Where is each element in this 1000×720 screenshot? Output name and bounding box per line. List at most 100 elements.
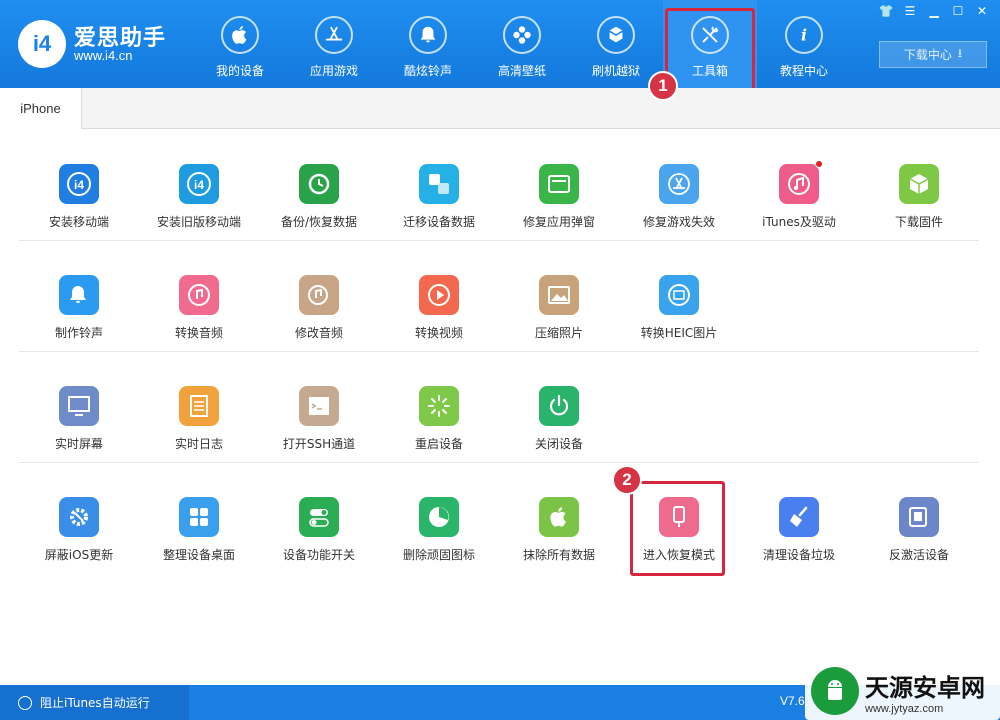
- tool-deactivate-device[interactable]: 反激活设备: [859, 463, 979, 573]
- document-icon: [179, 386, 219, 426]
- tool-edit-audio[interactable]: 修改音频: [259, 241, 379, 351]
- tool-label: 重启设备: [414, 437, 463, 451]
- nav-toolbox[interactable]: 工具箱: [663, 0, 757, 92]
- broom-icon: [779, 497, 819, 537]
- download-icon: ⭳: [957, 46, 963, 60]
- tool-realtime-screen[interactable]: 实时屏幕: [19, 352, 139, 462]
- download-center-label: 下载中心: [903, 48, 952, 62]
- tool-label: 安装旧版移动端: [156, 215, 241, 229]
- tool-label: 抹除所有数据: [522, 548, 595, 562]
- svg-text:i: i: [801, 26, 807, 45]
- appstore-icon: [315, 16, 353, 54]
- appstore-icon: [659, 164, 699, 204]
- terminal-icon: [299, 386, 339, 426]
- tool-compress-photo[interactable]: 压缩照片: [499, 241, 619, 351]
- nav-label: 教程中心: [779, 64, 828, 78]
- nav-label: 刷机越狱: [591, 64, 640, 78]
- nav-label: 酷炫铃声: [403, 64, 452, 78]
- tool-label: 关闭设备: [534, 437, 583, 451]
- tool-download-firmware[interactable]: 下载固件: [859, 130, 979, 240]
- tool-make-ringtone[interactable]: 制作铃声: [19, 241, 139, 351]
- tool-install-old-mobile[interactable]: i4 安装旧版移动端: [139, 130, 259, 240]
- tool-convert-audio[interactable]: 转换音频: [139, 241, 259, 351]
- monitor-icon: [59, 386, 99, 426]
- i4-icon: i4: [179, 164, 219, 204]
- radio-icon[interactable]: [18, 695, 32, 710]
- tool-fix-app-popup[interactable]: 修复应用弹窗: [499, 130, 619, 240]
- photo-icon: [539, 275, 579, 315]
- tool-backup-restore[interactable]: 备份/恢复数据: [259, 130, 379, 240]
- tool-fix-game[interactable]: 修复游戏失效: [619, 130, 739, 240]
- tool-label: 下载固件: [894, 215, 943, 229]
- download-center-button[interactable]: 下载中心 ⭳: [879, 41, 987, 68]
- close-icon[interactable]: ✕: [972, 3, 992, 19]
- header-bar: i4 爱思助手 www.i4.cn 我的设备 应用游戏 酷炫铃声 高清壁纸 刷机…: [0, 0, 1000, 92]
- nav-label: 高清壁纸: [497, 64, 546, 78]
- nav-label: 应用游戏: [309, 64, 358, 78]
- step-1-badge: 1: [648, 71, 678, 101]
- maximize-icon[interactable]: ☐: [948, 3, 968, 19]
- tool-erase-all-data[interactable]: 抹除所有数据: [499, 463, 619, 573]
- tool-install-mobile[interactable]: i4 安装移动端: [19, 130, 139, 240]
- tool-label: 实时屏幕: [54, 437, 103, 451]
- watermark-text: 天源安卓网 www.jytyaz.com: [865, 668, 985, 715]
- notification-dot: [815, 160, 823, 168]
- tool-label: 修改音频: [294, 326, 343, 340]
- tool-clean-junk[interactable]: 清理设备垃圾: [739, 463, 859, 573]
- version-label: V7.6: [780, 694, 805, 708]
- tool-delete-stubborn-icon[interactable]: 删除顽固图标: [379, 463, 499, 573]
- nav-my-device[interactable]: 我的设备: [193, 0, 287, 88]
- tool-shutdown-device[interactable]: 关闭设备: [499, 352, 619, 462]
- minimize-icon[interactable]: ▁: [924, 3, 944, 19]
- tool-label: 修复游戏失效: [642, 215, 715, 229]
- nav-tutorials[interactable]: i 教程中心: [757, 0, 851, 88]
- tools-icon: [691, 16, 729, 54]
- tool-row: 屏蔽iOS更新 整理设备桌面 设备功能开关 删除顽固图标 抹除所有数据 进入恢复…: [19, 463, 979, 574]
- recovery-mode-highlight: [630, 481, 725, 576]
- appleid-icon: [539, 164, 579, 204]
- tool-label: 制作铃声: [54, 326, 103, 340]
- tab-iphone[interactable]: iPhone: [0, 88, 82, 129]
- tool-realtime-log[interactable]: 实时日志: [139, 352, 259, 462]
- nav-label: 工具箱: [691, 64, 728, 78]
- tool-block-ios-update[interactable]: 屏蔽iOS更新: [19, 463, 139, 573]
- tool-migrate-data[interactable]: 迁移设备数据: [379, 130, 499, 240]
- step-2-badge: 2: [612, 465, 642, 495]
- cube-icon: [899, 164, 939, 204]
- tool-convert-video[interactable]: 转换视频: [379, 241, 499, 351]
- tool-label: 迁移设备数据: [402, 215, 475, 229]
- info-icon: i: [785, 16, 823, 54]
- nav-flash-jailbreak[interactable]: 刷机越狱: [569, 0, 663, 88]
- site-watermark: 天源安卓网 www.jytyaz.com: [805, 662, 1000, 720]
- tool-label: iTunes及驱动: [762, 215, 836, 229]
- migrate-icon: [419, 164, 459, 204]
- tool-open-ssh[interactable]: 打开SSH通道: [259, 352, 379, 462]
- heic-icon: [659, 275, 699, 315]
- menu-icon[interactable]: ☰: [900, 3, 920, 19]
- i4-logo-icon: i4: [18, 20, 66, 68]
- tool-label: 实时日志: [174, 437, 223, 451]
- tool-organize-desktop[interactable]: 整理设备桌面: [139, 463, 259, 573]
- tool-label: 设备功能开关: [282, 548, 355, 562]
- watermark-url: www.jytyaz.com: [865, 702, 944, 715]
- bell-plus-icon: [59, 275, 99, 315]
- nav-apps-games[interactable]: 应用游戏: [287, 0, 381, 88]
- tool-row: 实时屏幕 实时日志 打开SSH通道 重启设备 关闭设备: [19, 352, 979, 463]
- apple-icon: [221, 16, 259, 54]
- block-itunes-toggle[interactable]: 阻止iTunes自动运行: [0, 685, 189, 720]
- svg-text:i4: i4: [194, 178, 204, 192]
- tool-feature-switch[interactable]: 设备功能开关: [259, 463, 379, 573]
- block-itunes-label: 阻止iTunes自动运行: [40, 696, 150, 710]
- tool-convert-heic[interactable]: 转换HEIC图片: [619, 241, 739, 351]
- nav-label: 我的设备: [215, 64, 264, 78]
- nav-wallpapers[interactable]: 高清壁纸: [475, 0, 569, 88]
- nav-ringtones[interactable]: 酷炫铃声: [381, 0, 475, 88]
- tablet-icon: [899, 497, 939, 537]
- tool-label: 打开SSH通道: [282, 437, 356, 451]
- power-icon: [539, 386, 579, 426]
- tool-itunes-driver[interactable]: iTunes及驱动: [739, 130, 859, 240]
- shirt-icon[interactable]: 👕: [876, 3, 896, 19]
- bell-icon: [409, 16, 447, 54]
- toolbox-grid: i4 安装移动端 i4 安装旧版移动端 备份/恢复数据 迁移设备数据 修复应用弹…: [0, 130, 1000, 685]
- tool-restart-device[interactable]: 重启设备: [379, 352, 499, 462]
